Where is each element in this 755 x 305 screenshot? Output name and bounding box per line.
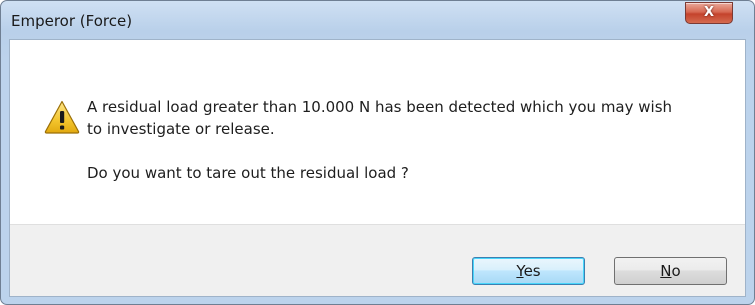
warning-icon <box>44 100 80 134</box>
yes-button-mnemonic: Y <box>516 262 524 280</box>
window-title: Emperor (Force) <box>11 12 133 30</box>
close-button[interactable]: X <box>685 2 733 24</box>
message-text: A residual load greater than 10.000 N ha… <box>87 98 673 138</box>
message-area: A residual load greater than 10.000 N ha… <box>10 40 745 224</box>
no-button-label: o <box>671 262 681 280</box>
yes-button[interactable]: Yes <box>472 257 585 285</box>
dialog-body: A residual load greater than 10.000 N ha… <box>9 39 746 297</box>
button-bar: Yes No <box>10 224 745 296</box>
close-icon: X <box>703 5 715 20</box>
question-text: Do you want to tare out the residual loa… <box>87 164 409 182</box>
no-button[interactable]: No <box>614 257 727 285</box>
title-bar[interactable]: Emperor (Force) X <box>1 1 754 43</box>
no-button-mnemonic: N <box>660 262 672 280</box>
yes-button-label: es <box>523 262 541 280</box>
dialog-window: Emperor (Force) X A residual load greate… <box>0 0 755 305</box>
